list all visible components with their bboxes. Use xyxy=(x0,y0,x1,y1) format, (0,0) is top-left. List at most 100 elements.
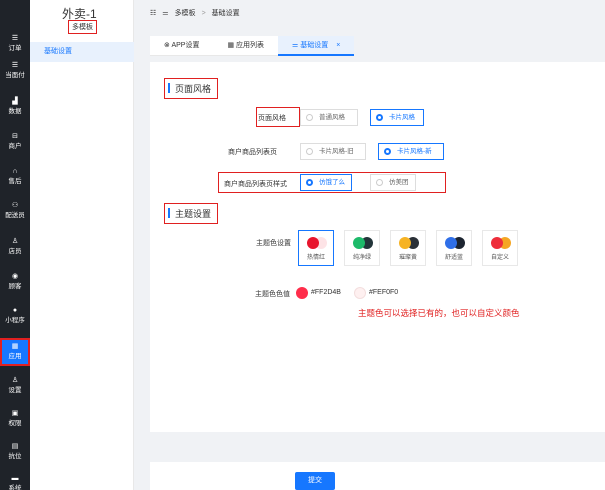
nav-item-13[interactable]: ▬ 系统 xyxy=(0,470,30,490)
nav-label: 顾客 xyxy=(8,283,22,290)
nav-label: 权限 xyxy=(8,420,22,427)
nav-item-11[interactable]: ▣ 权限 xyxy=(0,405,30,433)
color-hex-primary[interactable]: #FF2D4B xyxy=(311,289,341,296)
radio-icon xyxy=(376,114,383,121)
settings-card: 页面风格 页面风格 普通风格 卡片风格 商户商品列表页 卡片风格-旧 卡片风格-… xyxy=(150,62,605,432)
nav-label: 订单 xyxy=(8,45,22,52)
radio-icon xyxy=(384,148,391,155)
nav-icon: ▣ xyxy=(11,410,19,417)
nav-icon: ☰ xyxy=(11,35,19,42)
main-nav: ☰ 订单 ☰ 当面付 ▟ 数据 ⊟ 商户 ∩ 售后 ⚇ 配送员 ♙ 店员 ◉ 顾客 ● 小程序 ▦ 应用 ♙ 设置 ▣ 权限 ▤… xyxy=(0,0,30,490)
theme-color-dot xyxy=(491,237,503,249)
nav-label: 配送员 xyxy=(5,212,25,219)
annotation-note: 主题色可以选择已有的，也可以自定义颜色 xyxy=(358,308,520,318)
theme-name: 热情红 xyxy=(306,255,325,261)
tab-basic-settings[interactable]: ⚌ 基础设置 × xyxy=(278,36,355,56)
app-icon: ⊗ xyxy=(164,42,170,49)
goods-page-option-old[interactable]: 卡片风格-旧 xyxy=(300,143,366,160)
nav-icon: ⊟ xyxy=(12,133,18,140)
theme-color-dot xyxy=(307,237,319,249)
breadcrumb-current: 基础设置 xyxy=(211,10,240,17)
nav-icon: ▬ xyxy=(11,475,19,482)
section-title-theme: 主题设置 xyxy=(164,203,219,224)
nav-item-8[interactable]: ● 小程序 xyxy=(0,302,30,330)
menu-toggle-icon[interactable]: ☷ xyxy=(150,9,156,17)
goods-style-option-meituan[interactable]: 仿美团 xyxy=(370,174,416,191)
theme-option-4[interactable]: 自定义 xyxy=(482,230,518,266)
color-label: 主题色色值 xyxy=(255,291,290,298)
theme-option-0[interactable]: 热情红 xyxy=(298,230,334,266)
tab-app-settings[interactable]: ⊗ APP设置 xyxy=(150,36,214,56)
nav-item-10[interactable]: ♙ 设置 xyxy=(0,372,30,400)
color-swatch-primary[interactable] xyxy=(296,287,308,299)
nav-item-4[interactable]: ∩ 售后 xyxy=(0,163,30,191)
breadcrumb: ☷ ⚌ 多模板 > 基础设置 xyxy=(150,8,240,18)
nav-icon: ▟ xyxy=(12,98,18,105)
theme-option-1[interactable]: 纯净绿 xyxy=(344,230,380,266)
theme-name: 自定义 xyxy=(490,255,509,261)
nav-item-6[interactable]: ♙ 店员 xyxy=(0,233,30,261)
nav-label: 商户 xyxy=(8,143,22,150)
tab-bar: ⊗ APP设置 ▦ 应用列表 ⚌ 基础设置 × xyxy=(150,36,355,56)
breadcrumb-separator: > xyxy=(201,9,206,17)
radio-icon xyxy=(306,114,313,121)
secondary-sidebar: 外卖-1 多模板 基础设置 xyxy=(30,0,134,490)
goods-page-label: 商户商品列表页 xyxy=(228,149,277,156)
nav-item-9[interactable]: ▦ 应用 xyxy=(0,338,30,366)
nav-icon: ⚇ xyxy=(11,202,19,209)
style-option-card[interactable]: 卡片风格 xyxy=(370,109,424,126)
goods-style-option-eleme[interactable]: 仿饿了么 xyxy=(300,174,352,191)
breadcrumb-first[interactable]: 多模板 xyxy=(175,8,196,18)
nav-icon: ☰ xyxy=(11,62,19,69)
nav-icon: ● xyxy=(12,307,18,314)
radio-icon xyxy=(376,179,383,186)
theme-option-2[interactable]: 璀璨黄 xyxy=(390,230,426,266)
nav-label: 系统 xyxy=(8,485,22,490)
nav-item-1[interactable]: ☰ 当面付 xyxy=(0,57,30,85)
tab-label: APP设置 xyxy=(171,42,200,49)
nav-icon: ♙ xyxy=(11,238,19,245)
nav-label: 售后 xyxy=(8,178,22,185)
theme-label: 主题色设置 xyxy=(256,240,291,247)
theme-color-dot xyxy=(399,237,411,249)
nav-icon: ∩ xyxy=(12,168,18,175)
close-icon[interactable]: × xyxy=(336,42,340,49)
tab-label: 应用列表 xyxy=(236,42,265,49)
nav-label: 抗位 xyxy=(8,453,22,460)
nav-label: 店员 xyxy=(8,248,22,255)
nav-icon: ◉ xyxy=(11,273,19,280)
goods-page-option-new[interactable]: 卡片风格-新 xyxy=(378,143,444,160)
style-option-normal[interactable]: 普通风格 xyxy=(300,109,358,126)
nav-item-0[interactable]: ☰ 订单 xyxy=(0,30,30,58)
nav-item-5[interactable]: ⚇ 配送员 xyxy=(0,197,30,225)
nav-icon: ♙ xyxy=(11,377,19,384)
nav-label: 当面付 xyxy=(5,72,25,79)
nav-item-3[interactable]: ⊟ 商户 xyxy=(0,128,30,156)
goods-style-label: 商户商品列表页样式 xyxy=(224,181,287,188)
nav-label: 数据 xyxy=(8,108,22,115)
nav-label: 应用 xyxy=(8,353,22,360)
theme-name: 纯净绿 xyxy=(352,255,371,261)
breadcrumb-template-icon: ⚌ xyxy=(162,10,169,17)
color-swatch-secondary[interactable] xyxy=(354,287,366,299)
tab-label: 基础设置 xyxy=(300,42,329,49)
theme-option-3[interactable]: 舒适蓝 xyxy=(436,230,472,266)
theme-color-dot xyxy=(353,237,365,249)
submit-button[interactable]: 提交 xyxy=(295,472,335,490)
sidebar-item-basic-settings[interactable]: 基础设置 xyxy=(30,42,134,62)
template-badge[interactable]: 多模板 xyxy=(68,20,97,34)
radio-icon xyxy=(306,179,313,186)
nav-icon: ▤ xyxy=(11,443,19,450)
color-hex-secondary[interactable]: #FEF0F0 xyxy=(369,289,398,296)
nav-item-7[interactable]: ◉ 顾客 xyxy=(0,268,30,296)
nav-item-2[interactable]: ▟ 数据 xyxy=(0,93,30,121)
theme-name: 璀璨黄 xyxy=(398,255,417,261)
radio-icon xyxy=(306,148,313,155)
nav-label: 设置 xyxy=(8,387,22,394)
style-label: 页面风格 xyxy=(258,115,286,122)
tab-app-list[interactable]: ▦ 应用列表 xyxy=(213,36,279,56)
theme-name: 舒适蓝 xyxy=(444,255,463,261)
section-title-page-style: 页面风格 xyxy=(164,78,219,99)
nav-icon: ▦ xyxy=(11,343,19,350)
nav-item-12[interactable]: ▤ 抗位 xyxy=(0,438,30,466)
